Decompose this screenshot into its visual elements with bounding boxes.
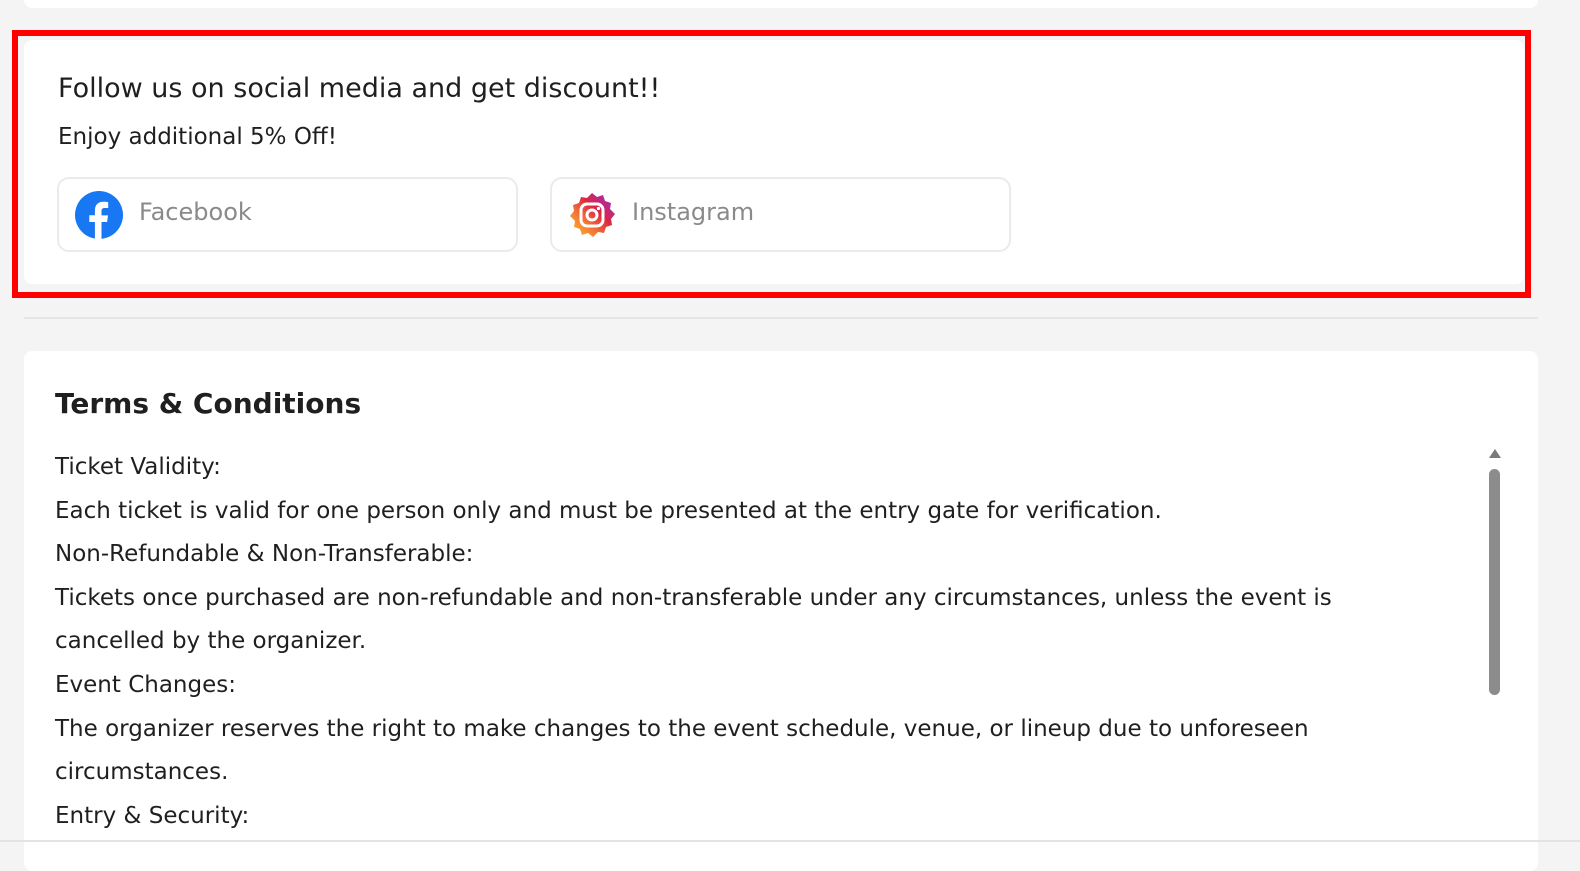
previous-card (24, 0, 1538, 8)
instagram-label: Instagram (632, 198, 755, 226)
terms-paragraph: Tickets once purchased are non-refundabl… (55, 584, 1332, 655)
bottom-edge (0, 840, 1580, 842)
terms-paragraph: Each ticket is valid for one person only… (55, 497, 1162, 524)
terms-paragraph: Ticket Validity: (55, 454, 221, 480)
terms-paragraph: Entry & Security: (55, 802, 250, 829)
terms-body[interactable]: Ticket Validity: Each ticket is valid fo… (55, 446, 1445, 838)
section-divider (24, 317, 1538, 319)
terms-title: Terms & Conditions (55, 387, 362, 420)
instagram-icon (570, 193, 615, 237)
terms-card: Terms & Conditions Ticket Validity: Each… (24, 351, 1538, 871)
facebook-label: Facebook (139, 198, 252, 226)
terms-paragraph: Event Changes: (55, 671, 236, 698)
terms-paragraph: Non-Refundable & Non-Transferable: (55, 541, 474, 568)
scrollbar-thumb[interactable] (1489, 469, 1500, 695)
facebook-icon (75, 191, 123, 239)
social-discount-card: Follow us on social media and get discou… (24, 40, 1524, 284)
terms-scrollbar[interactable] (1486, 447, 1502, 871)
social-subtitle: Enjoy additional 5% Off! (58, 124, 337, 150)
facebook-button[interactable]: Facebook (57, 177, 518, 252)
instagram-button[interactable]: Instagram (550, 177, 1011, 252)
social-title: Follow us on social media and get discou… (58, 73, 661, 104)
terms-paragraph: The organizer reserves the right to make… (55, 715, 1309, 786)
scroll-up-arrow-icon[interactable] (1489, 449, 1501, 458)
